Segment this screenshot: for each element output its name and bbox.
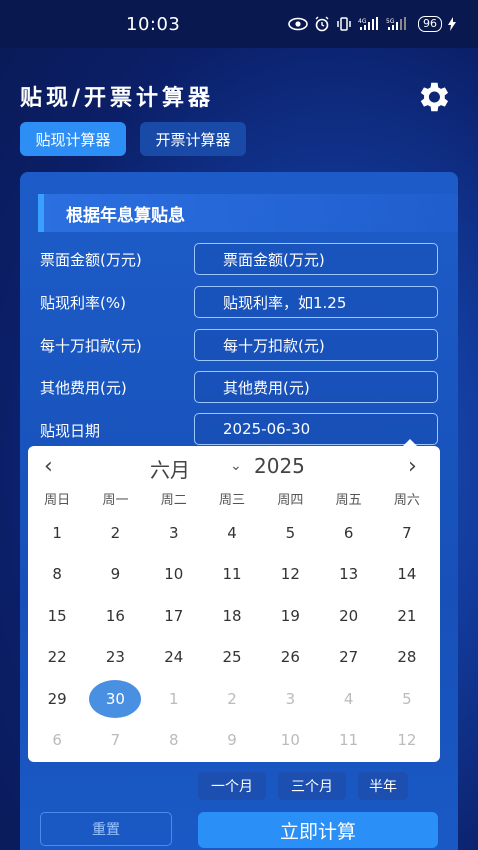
- section-title: 根据年息算贴息: [38, 194, 458, 232]
- calendar-day-next-month: 10: [280, 731, 300, 750]
- page-title: 贴现/开票计算器: [20, 86, 215, 111]
- calendar-day-next-month: 6: [52, 731, 62, 750]
- vibrate-icon: [337, 17, 351, 31]
- reset-button[interactable]: 重置: [40, 812, 172, 846]
- gear-icon[interactable]: [414, 78, 452, 116]
- weekday-label: 周六: [393, 492, 420, 508]
- weekday-header: 周日 周一 周二 周三 周四 周五 周六: [28, 484, 440, 512]
- calendar-day[interactable]: 17: [145, 607, 203, 625]
- battery-indicator: 96: [418, 16, 442, 32]
- calendar-day[interactable]: 3: [145, 524, 203, 542]
- calendar-day-next-month: 8: [168, 731, 179, 750]
- selected-day-label: 30: [89, 679, 142, 718]
- calculate-button[interactable]: 立即计算: [198, 812, 438, 848]
- calendar-day[interactable]: 24: [145, 648, 203, 666]
- weekday-label: 周四: [277, 492, 304, 508]
- weekday-label: 周三: [219, 492, 246, 508]
- calendar-day-next-month: 4: [343, 689, 354, 708]
- calendar-week: 22 23 24 25 26 27 28: [28, 637, 440, 679]
- deduction-label: 每十万扣款(元): [40, 337, 142, 355]
- calendar-day[interactable]: 28: [378, 648, 436, 666]
- other-fees-input[interactable]: 其他费用(元): [194, 371, 438, 403]
- half-year-button[interactable]: 半年: [358, 772, 408, 800]
- calendar-day[interactable]: 27: [319, 648, 377, 666]
- calendar-day[interactable]: 2: [86, 524, 144, 542]
- calendar-day-next-month: 9: [227, 731, 237, 750]
- svg-text:5G: 5G: [386, 18, 395, 25]
- chevron-right-icon[interactable]: ›: [408, 454, 417, 479]
- one-month-button[interactable]: 一个月: [198, 772, 266, 800]
- calendar-day[interactable]: 1: [28, 524, 86, 542]
- calendar-day-next-month: 2: [227, 689, 237, 708]
- calendar-day[interactable]: 16: [86, 607, 144, 625]
- calendar-month[interactable]: 六月: [150, 454, 190, 483]
- calendar-day[interactable]: 25: [203, 648, 261, 666]
- calendar-day[interactable]: 7: [378, 524, 436, 542]
- weekday-label: 周五: [335, 492, 362, 508]
- discount-rate-input[interactable]: 贴现利率，如1.25: [194, 286, 438, 318]
- tab-discount-calculator[interactable]: 贴现计算器: [20, 122, 126, 156]
- calendar-day[interactable]: 29: [28, 690, 86, 708]
- signal-4g-icon: 4G: [358, 17, 378, 30]
- calendar-day[interactable]: 4: [203, 524, 261, 542]
- other-fees-label: 其他费用(元): [40, 379, 127, 397]
- calendar-day[interactable]: 12: [261, 565, 319, 583]
- calendar-day-next-month: 5: [402, 689, 412, 708]
- calendar-day[interactable]: 10: [145, 565, 203, 583]
- calendar-day[interactable]: 13: [319, 565, 377, 583]
- status-icons: 4G 5G 96: [288, 16, 456, 32]
- weekday-label: 周一: [102, 492, 129, 508]
- weekday-label: 周二: [160, 492, 187, 508]
- svg-text:4G: 4G: [358, 18, 367, 25]
- chevron-left-icon[interactable]: ‹: [44, 454, 53, 479]
- alarm-icon: [315, 16, 329, 32]
- charging-icon: [448, 17, 456, 31]
- calendar-day[interactable]: 18: [203, 607, 261, 625]
- calendar-day[interactable]: 5: [261, 524, 319, 542]
- calendar-week: 6 7 8 9 10 11 12: [28, 720, 440, 762]
- calendar-day[interactable]: 14: [378, 565, 436, 583]
- calendar-day[interactable]: 11: [203, 565, 261, 583]
- chevron-down-icon[interactable]: ⌄: [230, 458, 242, 474]
- deduction-input[interactable]: 每十万扣款(元): [194, 329, 438, 361]
- calendar-grid: 周日 周一 周二 周三 周四 周五 周六 1 2 3 4 5 6 7 8 9 1…: [28, 484, 440, 761]
- calendar-day-next-month: 11: [339, 731, 359, 750]
- discount-rate-label: 贴现利率(%): [40, 294, 126, 312]
- date-picker: ‹ 六月 ⌄ 2025 › 周日 周一 周二 周三 周四 周五 周六 1 2 3…: [28, 446, 440, 762]
- calendar-day-next-month: 3: [285, 689, 296, 708]
- calendar-day[interactable]: 22: [28, 648, 86, 666]
- calendar-day[interactable]: 21: [378, 607, 436, 625]
- calendar-day[interactable]: 8: [28, 565, 86, 583]
- calendar-day-selected[interactable]: 30: [86, 679, 144, 718]
- calendar-week: 1 2 3 4 5 6 7: [28, 512, 440, 554]
- calendar-day-next-month: 1: [168, 689, 179, 708]
- three-months-button[interactable]: 三个月: [278, 772, 346, 800]
- calendar-week: 29 30 1 2 3 4 5: [28, 678, 440, 720]
- calendar-day[interactable]: 19: [261, 607, 319, 625]
- signal-5g-icon: 5G: [386, 17, 406, 30]
- calendar-week: 15 16 17 18 19 20 21: [28, 595, 440, 637]
- face-amount-input[interactable]: 票面金额(万元): [194, 243, 438, 275]
- calendar-day[interactable]: 20: [319, 607, 377, 625]
- tab-invoice-calculator[interactable]: 开票计算器: [140, 122, 246, 156]
- calendar-year[interactable]: 2025: [254, 454, 305, 478]
- calendar-week: 8 9 10 11 12 13 14: [28, 554, 440, 596]
- discount-date-label: 贴现日期: [40, 422, 101, 440]
- calendar-day[interactable]: 26: [261, 648, 319, 666]
- face-amount-label: 票面金额(万元): [40, 251, 142, 269]
- calendar-day-next-month: 7: [110, 731, 121, 750]
- weekday-label: 周日: [44, 492, 71, 508]
- status-bar: 10:03 4G 5G 96: [0, 0, 478, 48]
- calendar-day[interactable]: 23: [86, 648, 144, 666]
- calendar-day[interactable]: 6: [319, 524, 377, 542]
- eye-icon: [288, 17, 308, 31]
- calendar-day-next-month: 12: [397, 731, 417, 750]
- calendar-day[interactable]: 15: [28, 607, 86, 625]
- calendar-day[interactable]: 9: [86, 565, 144, 583]
- status-time: 10:03: [126, 13, 181, 35]
